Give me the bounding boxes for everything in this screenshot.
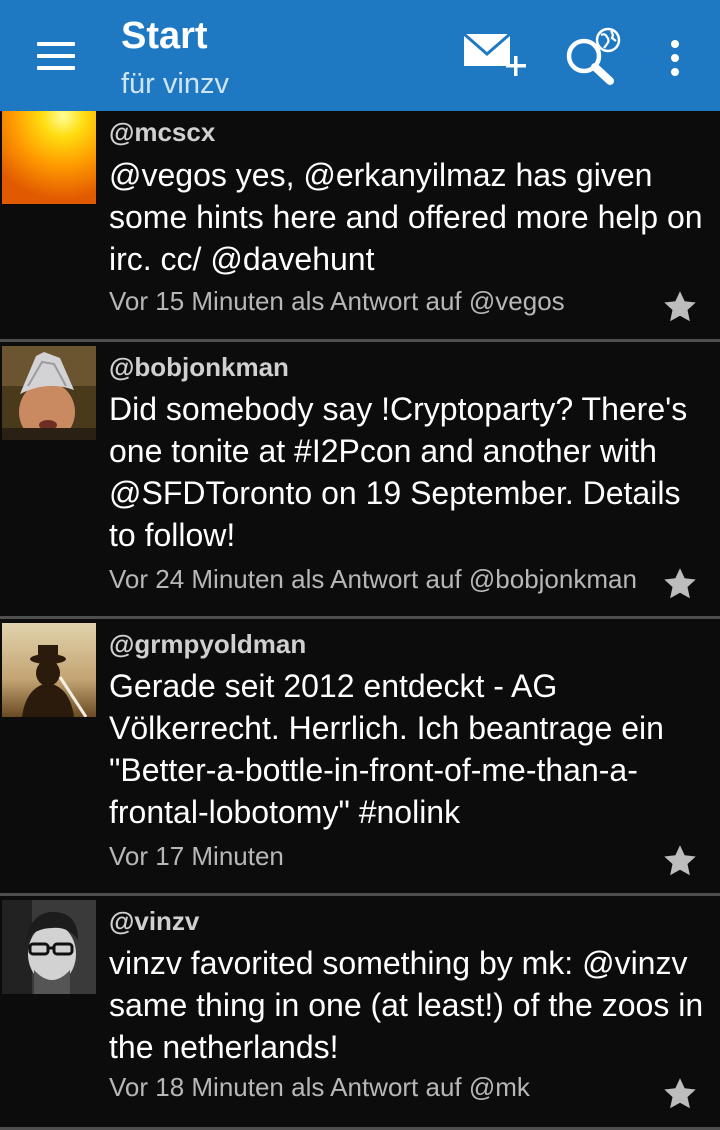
tweet-username[interactable]: @bobjonkman — [109, 352, 289, 383]
avatar[interactable] — [2, 900, 96, 994]
tweet-item[interactable]: @mcscx @vegos yes, @erkanyilmaz has give… — [0, 111, 720, 342]
favorite-star-icon[interactable] — [661, 1076, 699, 1112]
page-title: Start — [121, 15, 208, 57]
tweet-meta: Vor 24 Minuten als Antwort auf @bobjonkm… — [109, 564, 637, 594]
hamburger-menu-icon[interactable] — [37, 42, 75, 70]
tweet-meta: Vor 17 Minuten — [109, 841, 284, 871]
overflow-menu-icon[interactable] — [656, 34, 696, 78]
tweet-item[interactable]: @grmpyoldman Gerade seit 2012 entdeckt -… — [0, 619, 720, 896]
search-world-icon — [566, 27, 621, 85]
tweet-text: @vegos yes, @erkanyilmaz has given some … — [109, 157, 703, 277]
tweet-username[interactable]: @mcscx — [109, 117, 215, 148]
favorite-star-icon[interactable] — [661, 566, 699, 602]
tweet-item[interactable]: @bobjonkman Did somebody say !Cryptopart… — [0, 342, 720, 619]
tweet-text: Did somebody say !Cryptoparty? There's o… — [109, 391, 688, 553]
tweet-meta: Vor 18 Minuten als Antwort auf @mk — [109, 1072, 530, 1102]
compose-message-button[interactable] — [462, 26, 532, 86]
tweet-username[interactable]: @vinzv — [109, 906, 199, 937]
favorite-star-icon[interactable] — [661, 289, 699, 325]
app-bar: Start für vinzv — [0, 0, 720, 111]
tweet-item[interactable]: @vinzv vinzv favorited something by mk: … — [0, 896, 720, 1130]
account-subtitle: für vinzv — [121, 68, 229, 100]
avatar[interactable] — [2, 111, 96, 204]
avatar[interactable] — [2, 346, 96, 440]
timeline-feed[interactable]: @mcscx @vegos yes, @erkanyilmaz has give… — [0, 111, 720, 1130]
search-button[interactable] — [560, 24, 626, 86]
tweet-text: Gerade seit 2012 entdeckt - AG Völkerrec… — [109, 668, 664, 830]
tweet-username[interactable]: @grmpyoldman — [109, 629, 306, 660]
tweet-meta: Vor 15 Minuten als Antwort auf @vegos — [109, 286, 565, 316]
tweet-text: vinzv favorited something by mk: @vinzv … — [109, 945, 704, 1065]
avatar[interactable] — [2, 623, 96, 717]
favorite-star-icon[interactable] — [661, 843, 699, 879]
compose-message-icon — [463, 32, 526, 76]
